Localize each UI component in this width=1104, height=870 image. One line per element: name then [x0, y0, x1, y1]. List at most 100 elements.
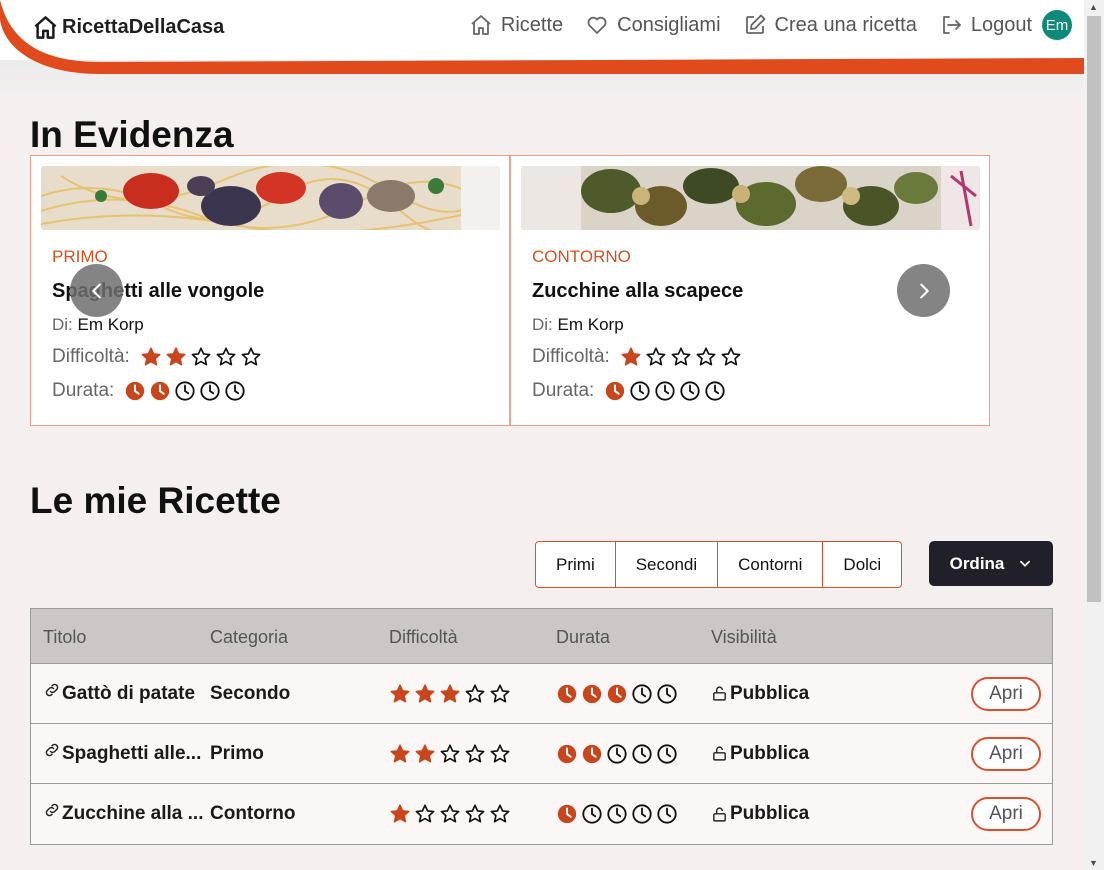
difficulty-rating: [140, 346, 262, 368]
star-empty-icon: [465, 804, 485, 823]
col-categoria: Categoria: [210, 627, 289, 647]
star-filled-icon: [621, 347, 641, 366]
table-row: Zucchine alla ... Contorno Pubblica Apri: [31, 784, 1052, 844]
star-empty-icon: [490, 743, 510, 763]
clock-empty-icon: [657, 743, 677, 764]
clock-empty-icon: [632, 804, 652, 824]
duration-rating: [124, 380, 246, 402]
table-header: Titolo Categoria Difficoltà Durata Visib…: [31, 609, 1052, 664]
clock-empty-icon: [632, 743, 652, 764]
category-filters: Primi Secondi Contorni Dolci: [535, 541, 903, 588]
recipe-title[interactable]: Zucchine alla scapece: [532, 280, 743, 303]
star-empty-icon: [721, 347, 741, 366]
heart-icon: [587, 16, 607, 34]
author-prefix: Di:: [52, 315, 73, 334]
star-empty-icon: [465, 743, 485, 763]
row-category: Contorno: [210, 803, 296, 824]
main-nav: Ricette Consigliami Crea una ricetta Log…: [447, 10, 1072, 40]
star-filled-icon: [440, 683, 460, 703]
nav-crea-ricetta-label: Crea una ricetta: [774, 13, 917, 36]
row-title[interactable]: Gattò di patate: [43, 683, 208, 705]
featured-title: In Evidenza: [30, 114, 234, 155]
recipe-image: [41, 166, 500, 230]
star-empty-icon: [465, 683, 485, 703]
clock-filled-icon: [582, 684, 602, 703]
star-filled-icon: [390, 683, 410, 703]
home-icon: [471, 15, 491, 35]
filter-contorni[interactable]: Contorni: [718, 542, 824, 587]
link-icon: [45, 743, 59, 756]
link-icon: [45, 683, 59, 696]
star-empty-icon: [440, 743, 460, 763]
star-filled-icon: [141, 347, 161, 366]
open-recipe-button[interactable]: Apri: [971, 676, 1041, 711]
clock-filled-icon: [582, 744, 602, 763]
clock-empty-icon: [657, 683, 677, 704]
star-filled-icon: [415, 743, 435, 763]
nav-logout[interactable]: Logout: [939, 13, 1032, 37]
star-filled-icon: [390, 804, 410, 823]
nav-consigliami[interactable]: Consigliami: [585, 13, 721, 37]
table-row: Gattò di patate Secondo Pubblica Apri: [31, 664, 1052, 724]
row-title[interactable]: Zucchine alla ...: [43, 803, 208, 825]
logout-icon: [942, 16, 961, 34]
col-visibilita: Visibilità: [711, 627, 777, 647]
clock-filled-icon: [151, 381, 170, 401]
scroll-up-arrow-icon[interactable]: ▲: [1089, 2, 1098, 12]
scroll-thumb[interactable]: [1087, 16, 1101, 602]
row-visibility-text: Pubblica: [730, 742, 810, 764]
user-avatar[interactable]: Em: [1042, 10, 1072, 40]
author-name: Em Korp: [557, 315, 624, 334]
clock-empty-icon: [175, 381, 195, 401]
clock-empty-icon: [630, 381, 650, 401]
brand-logo[interactable]: RicettaDellaCasa: [32, 14, 224, 41]
link-icon: [45, 803, 59, 817]
chevron-down-icon: [1020, 560, 1031, 567]
row-title[interactable]: Spaghetti alle...: [43, 743, 208, 765]
star-empty-icon: [490, 683, 510, 703]
row-title-text: Spaghetti alle...: [62, 742, 202, 764]
star-filled-icon: [166, 347, 186, 366]
clock-filled-icon: [557, 744, 577, 763]
scroll-down-arrow-icon[interactable]: ▼: [1089, 858, 1098, 868]
clock-empty-icon: [657, 804, 677, 824]
open-recipe-button[interactable]: Apri: [971, 797, 1041, 831]
duration-label: Durata:: [52, 380, 115, 401]
carousel-prev-button[interactable]: [70, 264, 123, 317]
edit-icon: [745, 14, 765, 34]
row-visibility-text: Pubblica: [730, 803, 810, 824]
row-difficulty: [389, 683, 511, 705]
col-difficolta: Difficoltà: [389, 627, 458, 647]
carousel-next-button[interactable]: [897, 264, 950, 317]
nav-logout-label: Logout: [970, 13, 1032, 36]
col-titolo: Titolo: [43, 627, 87, 647]
recipe-difficulty: Difficoltà:: [52, 346, 262, 368]
filter-secondi[interactable]: Secondi: [616, 542, 719, 587]
nav-consigliami-label: Consigliami: [617, 13, 721, 36]
row-difficulty: [389, 743, 511, 765]
clock-empty-icon: [582, 804, 602, 824]
star-empty-icon: [440, 804, 460, 823]
duration-rating: [604, 380, 726, 402]
recipe-author: Di: Em Korp: [532, 315, 624, 335]
page-scrollbar[interactable]: ▲ ▼: [1084, 0, 1104, 870]
recipe-duration: Durata:: [52, 380, 246, 402]
row-visibility-text: Pubblica: [730, 682, 810, 704]
row-visibility: Pubblica: [711, 743, 809, 765]
chevron-left-icon: [91, 283, 101, 298]
clock-empty-icon: [200, 381, 220, 401]
clock-filled-icon: [557, 684, 577, 703]
star-empty-icon: [415, 804, 435, 823]
filter-primi[interactable]: Primi: [536, 542, 616, 587]
open-recipe-button[interactable]: Apri: [971, 736, 1041, 771]
filter-dolci[interactable]: Dolci: [823, 542, 901, 587]
home-icon: [34, 16, 57, 39]
row-category: Secondo: [210, 682, 291, 704]
recipe-category: CONTORNO: [532, 247, 631, 266]
star-filled-icon: [415, 683, 435, 703]
row-duration: [556, 803, 678, 825]
clock-empty-icon: [680, 381, 700, 401]
sort-dropdown-button[interactable]: Ordina: [929, 541, 1053, 586]
nav-ricette[interactable]: Ricette: [469, 13, 563, 37]
nav-crea-ricetta[interactable]: Crea una ricetta: [743, 13, 917, 37]
